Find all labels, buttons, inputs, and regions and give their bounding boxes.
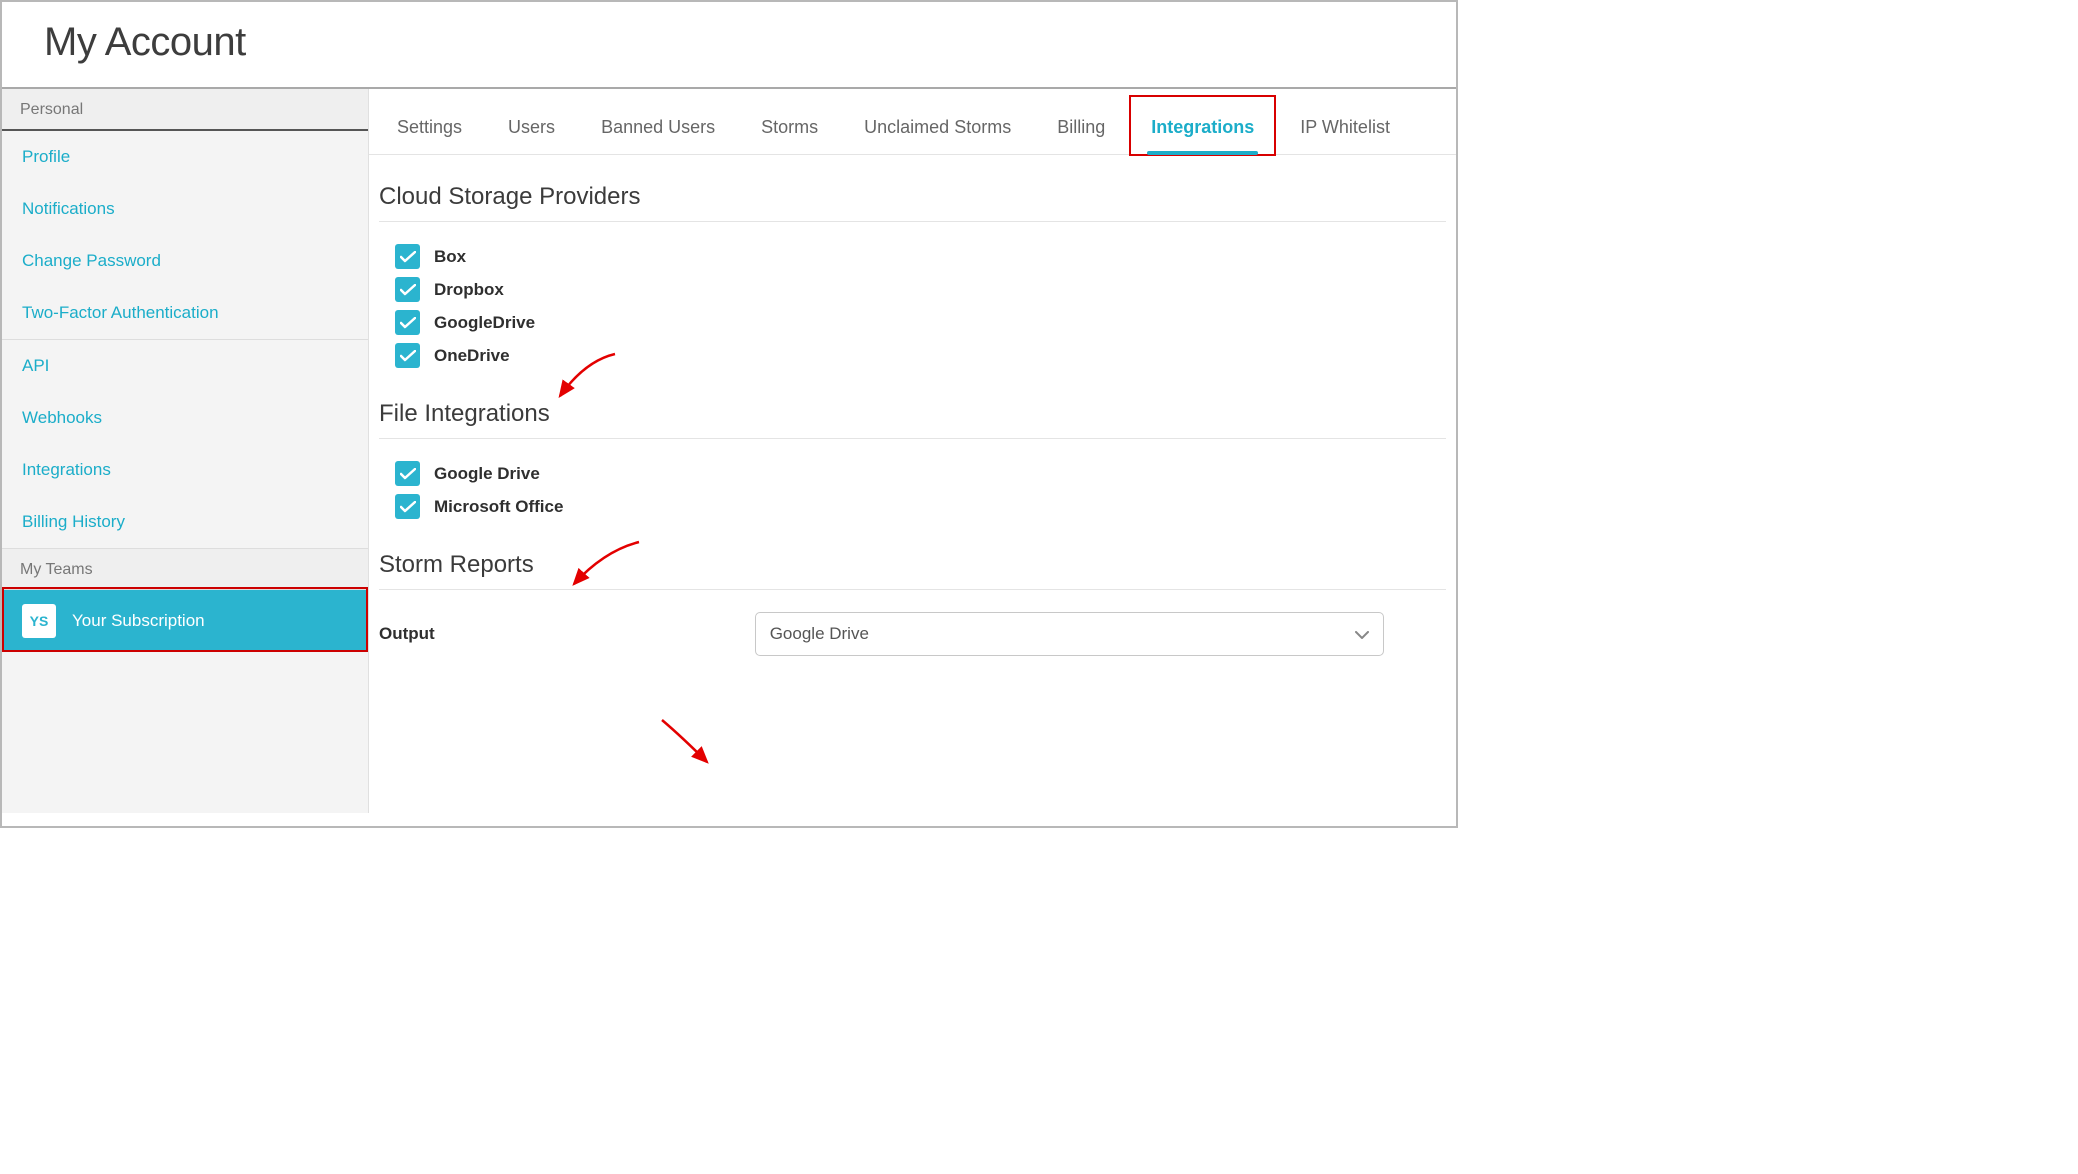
checkbox-label-onedrive: OneDrive — [434, 346, 510, 366]
checkbox-googledrive[interactable] — [395, 310, 420, 335]
sidebar-section-personal: Personal — [2, 89, 368, 131]
sidebar-item-webhooks[interactable]: Webhooks — [2, 392, 368, 444]
tab-banned-users[interactable]: Banned Users — [599, 109, 717, 154]
output-select[interactable]: Google Drive — [755, 612, 1384, 656]
tab-ip-whitelist[interactable]: IP Whitelist — [1298, 109, 1392, 154]
checkbox-row-file-msoffice: Microsoft Office — [395, 494, 1446, 519]
sidebar-item-api[interactable]: API — [2, 340, 368, 392]
sidebar-item-billing-history[interactable]: Billing History — [2, 496, 368, 548]
sidebar-section-my-teams: My Teams — [2, 548, 368, 590]
checkbox-label-file-googledrive: Google Drive — [434, 464, 540, 484]
tabs: Settings Users Banned Users Storms Uncla… — [369, 89, 1456, 155]
checkbox-box[interactable] — [395, 244, 420, 269]
team-label: Your Subscription — [72, 611, 205, 631]
page-title: My Account — [44, 20, 1414, 65]
checkbox-onedrive[interactable] — [395, 343, 420, 368]
checkbox-label-googledrive: GoogleDrive — [434, 313, 535, 333]
checkbox-label-file-msoffice: Microsoft Office — [434, 497, 563, 517]
tab-users[interactable]: Users — [506, 109, 557, 154]
tab-integrations[interactable]: Integrations — [1149, 109, 1256, 154]
checkbox-row-dropbox: Dropbox — [395, 277, 1446, 302]
section-file-integrations-title: File Integrations — [379, 400, 1446, 439]
team-badge: YS — [22, 604, 56, 638]
cloud-storage-list: Box Dropbox GoogleDrive OneDrive — [379, 244, 1446, 368]
tab-integrations-label: Integrations — [1151, 117, 1254, 137]
chevron-down-icon — [1355, 624, 1369, 644]
sidebar-item-change-password[interactable]: Change Password — [2, 235, 368, 287]
sidebar: Personal Profile Notifications Change Pa… — [2, 89, 369, 813]
file-integrations-list: Google Drive Microsoft Office — [379, 461, 1446, 519]
checkbox-row-box: Box — [395, 244, 1446, 269]
sidebar-item-notifications[interactable]: Notifications — [2, 183, 368, 235]
checkbox-row-file-googledrive: Google Drive — [395, 461, 1446, 486]
content: Cloud Storage Providers Box Dropbox Goog… — [369, 155, 1456, 656]
tab-settings[interactable]: Settings — [395, 109, 464, 154]
main: Settings Users Banned Users Storms Uncla… — [369, 89, 1456, 813]
checkbox-file-msoffice[interactable] — [395, 494, 420, 519]
storm-reports-output-row: Output Google Drive — [379, 612, 1446, 656]
checkbox-label-dropbox: Dropbox — [434, 280, 504, 300]
checkbox-row-onedrive: OneDrive — [395, 343, 1446, 368]
checkbox-label-box: Box — [434, 247, 466, 267]
section-storm-reports-title: Storm Reports — [379, 551, 1446, 590]
tab-storms[interactable]: Storms — [759, 109, 820, 154]
sidebar-item-your-subscription[interactable]: YS Your Subscription — [2, 590, 368, 652]
section-cloud-storage-title: Cloud Storage Providers — [379, 183, 1446, 222]
tab-unclaimed-storms[interactable]: Unclaimed Storms — [862, 109, 1013, 154]
checkbox-dropbox[interactable] — [395, 277, 420, 302]
output-select-value: Google Drive — [770, 624, 869, 644]
sidebar-item-two-factor[interactable]: Two-Factor Authentication — [2, 287, 368, 339]
tab-billing[interactable]: Billing — [1055, 109, 1107, 154]
checkbox-row-googledrive: GoogleDrive — [395, 310, 1446, 335]
annotation-arrow-output — [657, 717, 717, 777]
sidebar-item-integrations[interactable]: Integrations — [2, 444, 368, 496]
layout: Personal Profile Notifications Change Pa… — [2, 89, 1456, 813]
output-label: Output — [379, 624, 435, 644]
checkbox-file-googledrive[interactable] — [395, 461, 420, 486]
sidebar-item-profile[interactable]: Profile — [2, 131, 368, 183]
page-header: My Account — [2, 2, 1456, 89]
